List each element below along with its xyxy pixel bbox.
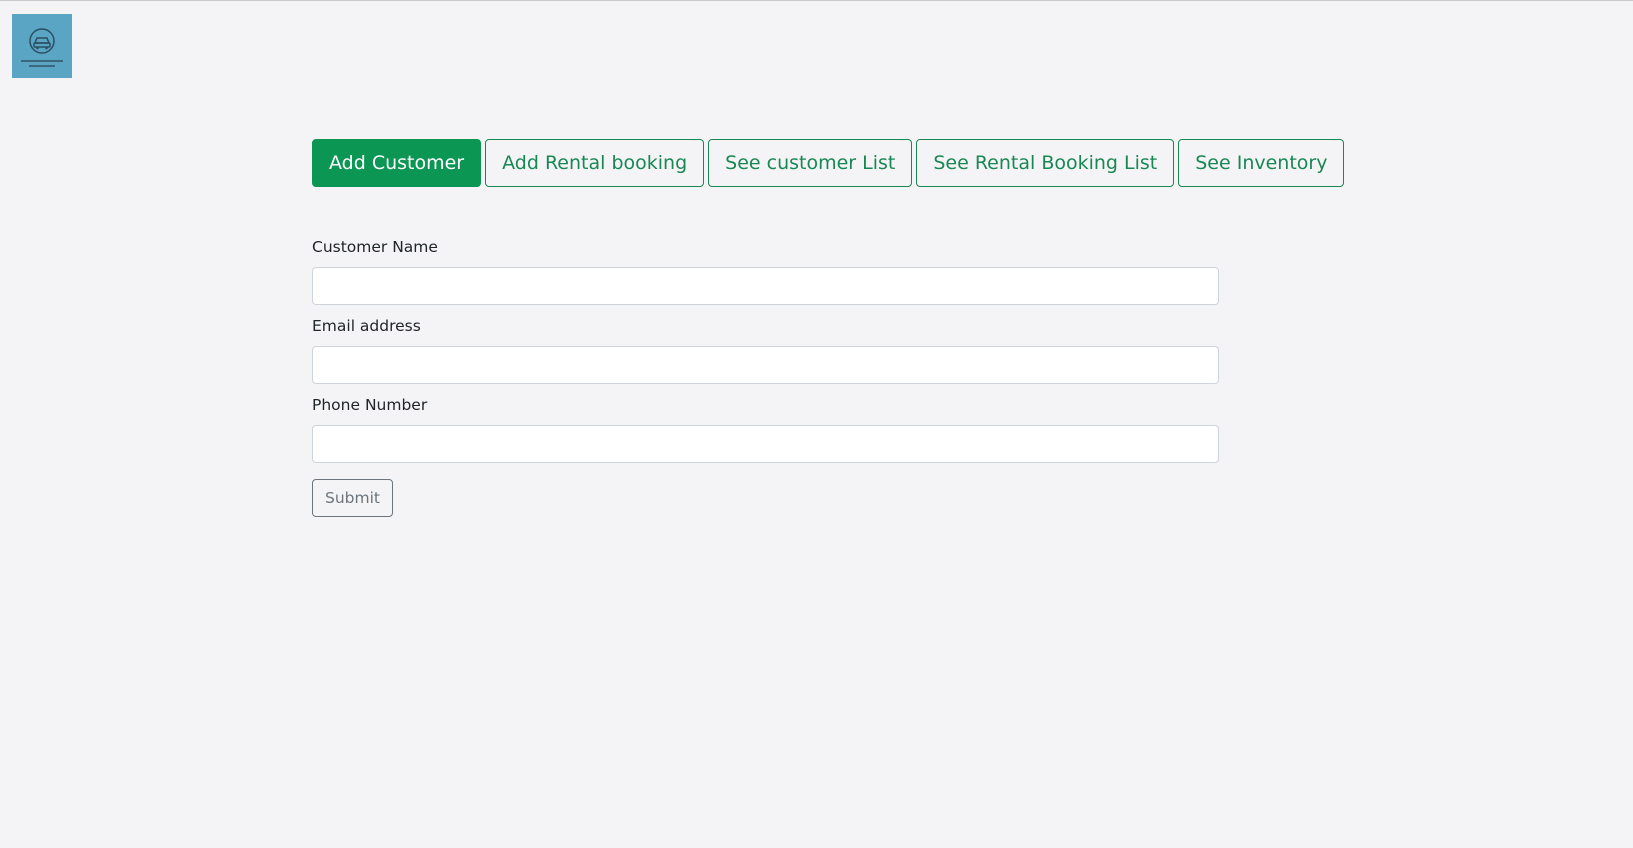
submit-button[interactable]: Submit [312, 479, 393, 517]
car-logo-icon [29, 27, 55, 54]
add-customer-button[interactable]: Add Customer [312, 139, 482, 187]
brand-logo[interactable] [12, 14, 72, 78]
see-rental-booking-list-button[interactable]: See Rental Booking List [916, 139, 1175, 187]
add-rental-booking-button[interactable]: Add Rental booking [485, 139, 705, 187]
email-label: Email address [312, 317, 421, 335]
nav-button-group: Add Customer Add Rental booking See cust… [312, 139, 1345, 187]
top-border [0, 0, 1633, 1]
phone-label: Phone Number [312, 396, 428, 414]
see-inventory-button[interactable]: See Inventory [1178, 139, 1345, 187]
customer-name-label: Customer Name [312, 238, 438, 256]
add-customer-form: Customer Name Email address Phone Number… [312, 236, 1219, 517]
customer-name-input[interactable] [312, 267, 1219, 305]
logo-text-line [21, 59, 63, 62]
phone-input[interactable] [312, 425, 1219, 463]
email-input[interactable] [312, 346, 1219, 384]
see-customer-list-button[interactable]: See customer List [708, 139, 913, 187]
logo-text-line [29, 64, 55, 67]
